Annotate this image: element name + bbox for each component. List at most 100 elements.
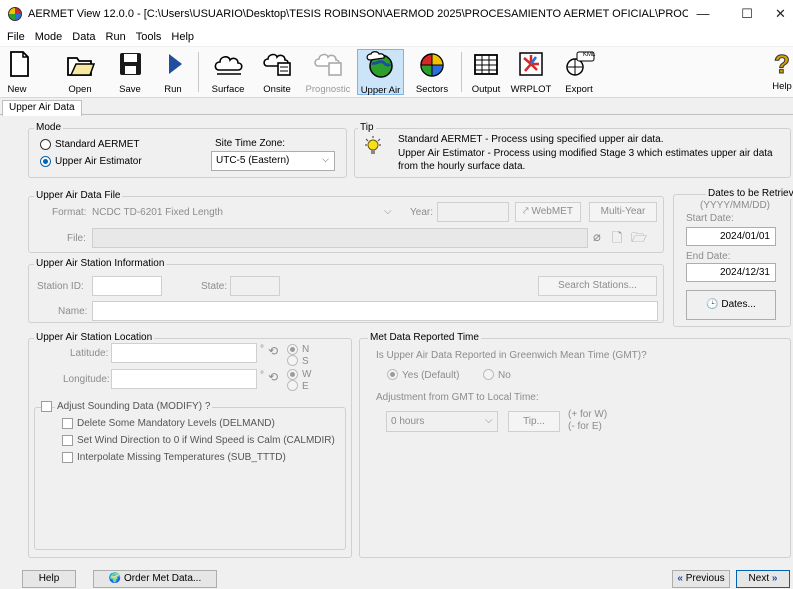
chevron-down-icon: ⌵: [322, 154, 329, 164]
minus-for-east-note: (- for E): [568, 421, 602, 432]
sub-tttd-checkbox[interactable]: [62, 452, 73, 463]
menu-data[interactable]: Data: [67, 31, 100, 43]
longitude-degree-symbol: °: [260, 370, 264, 381]
output-button[interactable]: Output: [466, 49, 506, 95]
gmt-adjustment-select[interactable]: 0 hours ⌵: [386, 411, 498, 432]
toolbar: New Open Save Run Surface Onsite Prognos…: [0, 47, 793, 98]
south-label: S: [302, 356, 309, 367]
file-path-input[interactable]: [92, 228, 588, 248]
station-name-input[interactable]: [92, 301, 658, 321]
menu-help[interactable]: Help: [166, 31, 199, 43]
minimize-button[interactable]: —: [688, 4, 718, 24]
title-bar: AERMET View 12.0.0 - [C:\Users\USUARIO\D…: [0, 0, 793, 28]
tip-line-2: Upper Air Estimator - Process using modi…: [398, 148, 773, 159]
longitude-convert-icon[interactable]: ⟲: [268, 370, 278, 384]
tip-button[interactable]: Tip...: [508, 411, 560, 432]
maximize-button[interactable]: ☐: [732, 4, 762, 24]
chevron-left-icon: «: [677, 573, 683, 584]
station-information-legend: Upper Air Station Information: [34, 258, 167, 269]
calmdir-checkbox[interactable]: [62, 435, 73, 446]
multi-year-button[interactable]: Multi-Year: [589, 202, 657, 222]
state-input[interactable]: [230, 276, 280, 296]
open-button[interactable]: Open: [62, 49, 98, 95]
help-button[interactable]: ? Help: [771, 49, 793, 95]
delmand-checkbox[interactable]: [62, 418, 73, 429]
site-time-zone-select[interactable]: UTC-5 (Eastern) ⌵: [211, 151, 335, 171]
upper-air-button[interactable]: Upper Air: [357, 49, 404, 96]
erase-icon[interactable]: ⌀: [593, 229, 601, 245]
search-stations-button[interactable]: Search Stations...: [538, 276, 657, 296]
west-radio[interactable]: [287, 369, 298, 380]
run-button[interactable]: Run: [158, 49, 188, 95]
plus-for-west-note: (+ for W): [568, 409, 608, 420]
previous-button[interactable]: « Previous: [672, 570, 730, 588]
next-button[interactable]: Next »: [736, 570, 790, 588]
onsite-button[interactable]: Onsite: [256, 49, 298, 95]
gmt-yes-label: Yes (Default): [402, 370, 460, 381]
output-table-icon: [474, 54, 498, 75]
close-button[interactable]: ✕: [768, 4, 793, 24]
wrplot-button[interactable]: WRPLOT: [510, 49, 552, 95]
dates-button[interactable]: 🕒 Dates...: [686, 290, 776, 320]
adjust-sounding-label: Adjust Sounding Data (MODIFY) ?: [55, 401, 213, 412]
latitude-degree-symbol: °: [260, 344, 264, 355]
calmdir-label: Set Wind Direction to 0 if Wind Speed is…: [77, 435, 335, 446]
dates-legend: Dates to be Retrieved: [706, 188, 793, 199]
year-input[interactable]: [437, 202, 509, 222]
order-globe-icon: 🌍: [108, 573, 124, 584]
new-button[interactable]: New: [2, 49, 32, 95]
save-button[interactable]: Save: [113, 49, 147, 95]
webmet-button[interactable]: ⤤ WebMET: [515, 202, 581, 222]
menu-tools[interactable]: Tools: [131, 31, 167, 43]
chevron-down-icon: ⌵: [485, 415, 493, 426]
aermet-app-icon: [8, 7, 22, 21]
sectors-button[interactable]: Sectors: [410, 49, 454, 95]
north-radio[interactable]: [287, 344, 298, 355]
toolbar-separator: [198, 52, 199, 92]
gmt-question: Is Upper Air Data Reported in Greenwich …: [376, 350, 647, 361]
browse-folder-icon[interactable]: 🗁: [631, 229, 647, 251]
station-name-label: Name:: [58, 306, 88, 317]
lightbulb-icon: [365, 136, 381, 154]
longitude-input[interactable]: [111, 369, 257, 389]
latitude-convert-icon[interactable]: ⟲: [268, 344, 278, 358]
prognostic-button[interactable]: Prognostic: [302, 49, 354, 95]
sectors-pie-icon: [420, 53, 444, 77]
south-radio[interactable]: [287, 355, 298, 366]
gmt-no-label: No: [498, 370, 511, 381]
help-footer-button[interactable]: Help: [22, 570, 76, 588]
start-date-label: Start Date:: [686, 213, 734, 224]
surface-cloud-icon: [214, 56, 243, 75]
surface-button[interactable]: Surface: [206, 49, 250, 95]
west-label: W: [302, 369, 312, 380]
format-label: Format:: [52, 207, 87, 218]
view-file-icon[interactable]: 🗋: [612, 229, 622, 251]
station-id-input[interactable]: [92, 276, 162, 296]
met-data-reported-time-legend: Met Data Reported Time: [368, 332, 481, 343]
end-date-label: End Date:: [686, 251, 731, 262]
east-radio[interactable]: [287, 380, 298, 391]
export-button[interactable]: KML Export: [558, 49, 600, 95]
menu-mode[interactable]: Mode: [30, 31, 68, 43]
start-date-field[interactable]: 2024/01/01: [686, 227, 776, 246]
format-select[interactable]: NCDC TD-6201 Fixed Length: [92, 207, 223, 218]
kml-badge: KML: [583, 52, 596, 58]
save-disk-icon: [120, 53, 141, 75]
onsite-tower-icon: [263, 53, 291, 76]
east-label: E: [302, 381, 309, 392]
adjust-sounding-checkbox[interactable]: [41, 401, 52, 412]
tab-upper-air-data[interactable]: Upper Air Data: [2, 100, 82, 116]
mode-legend: Mode: [34, 122, 64, 133]
upper-air-estimator-radio[interactable]: [40, 156, 51, 167]
order-met-data-button[interactable]: 🌍 Order Met Data...: [93, 570, 217, 588]
gmt-no-radio[interactable]: [483, 369, 494, 380]
menu-file[interactable]: File: [2, 31, 30, 43]
gmt-yes-radio[interactable]: [387, 369, 398, 380]
end-date-field[interactable]: 2024/12/31: [686, 263, 776, 282]
latitude-input[interactable]: [111, 343, 257, 363]
tip-line-1: Standard AERMET - Process using specifie…: [398, 134, 664, 145]
new-document-icon: [10, 51, 29, 77]
standard-aermet-radio[interactable]: [40, 139, 51, 150]
year-label: Year:: [410, 207, 433, 218]
menu-run[interactable]: Run: [101, 31, 131, 43]
